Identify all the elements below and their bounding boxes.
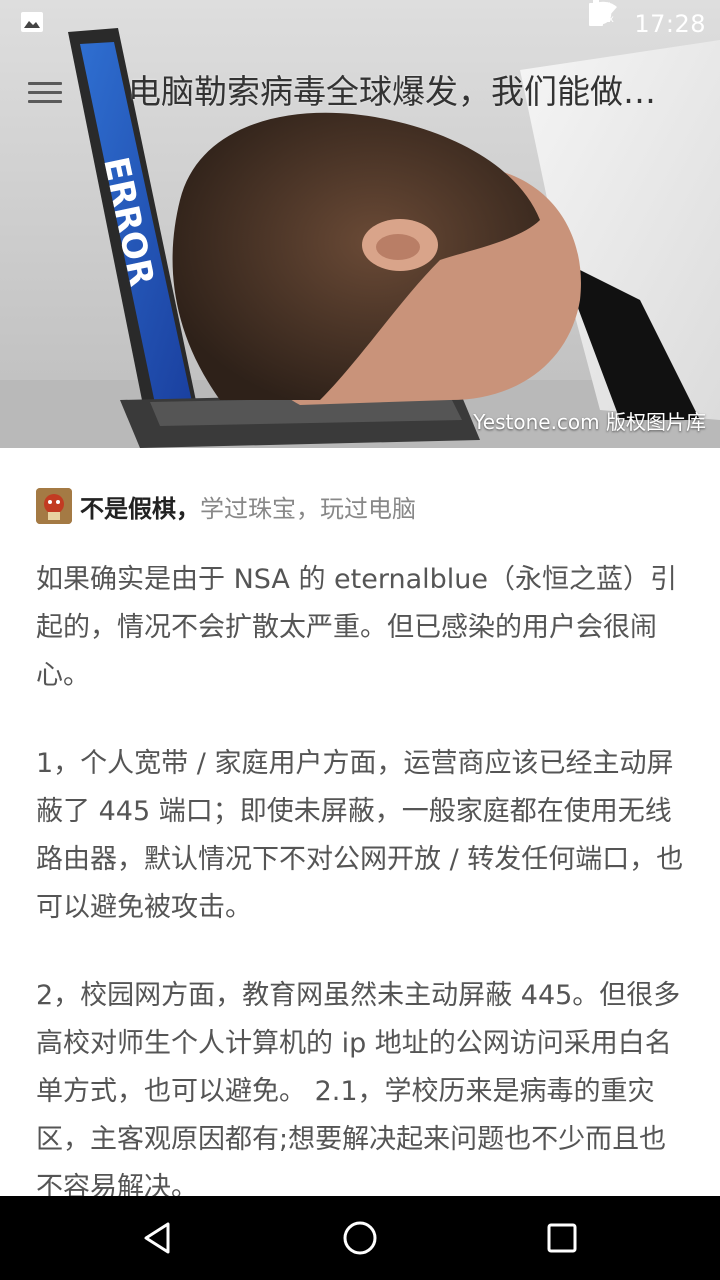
- status-time: 17:28: [634, 10, 706, 38]
- author-name[interactable]: 不是假棋，: [80, 489, 200, 524]
- status-icons: x 17:28: [588, 0, 706, 48]
- back-icon[interactable]: [134, 1214, 182, 1262]
- app-bar: 电脑勒索病毒全球爆发，我们能做…: [0, 56, 720, 128]
- article-content: 不是假棋， 学过珠宝，玩过电脑 如果确实是由于 NSA 的 eternalblu…: [36, 448, 684, 1212]
- image-credit: Yestone.com 版权图片库: [473, 410, 706, 434]
- hamburger-menu-icon[interactable]: [28, 74, 72, 110]
- author-bio: 学过珠宝，玩过电脑: [200, 494, 416, 523]
- article-paragraph-1: 如果确实是由于 NSA 的 eternalblue（永恒之蓝）引起的，情况不会扩…: [36, 564, 678, 691]
- avatar[interactable]: [36, 488, 72, 524]
- recents-icon[interactable]: [538, 1214, 586, 1262]
- article-paragraph-3: 2，校园网方面，教育网虽然未主动屏蔽 445。但很多高校对师生个人计算机的 ip…: [36, 980, 681, 1203]
- page-title: 电脑勒索病毒全球爆发，我们能做…: [128, 72, 656, 111]
- system-nav-bar: [0, 1196, 720, 1280]
- status-bar: x 17:28: [0, 0, 720, 48]
- article-paragraph-2: 1，个人宽带 / 家庭用户方面，运营商应该已经主动屏蔽了 445 端口；即使未屏…: [36, 748, 684, 923]
- hero-image: ERROR x 17:28 电脑勒索病毒全球爆发，我们能做… Yestone.c…: [0, 0, 720, 448]
- author-line[interactable]: 不是假棋， 学过珠宝，玩过电脑: [36, 486, 684, 526]
- home-icon[interactable]: [336, 1214, 384, 1262]
- article-screen: ERROR x 17:28 电脑勒索病毒全球爆发，我们能做… Yestone.c…: [0, 0, 720, 1280]
